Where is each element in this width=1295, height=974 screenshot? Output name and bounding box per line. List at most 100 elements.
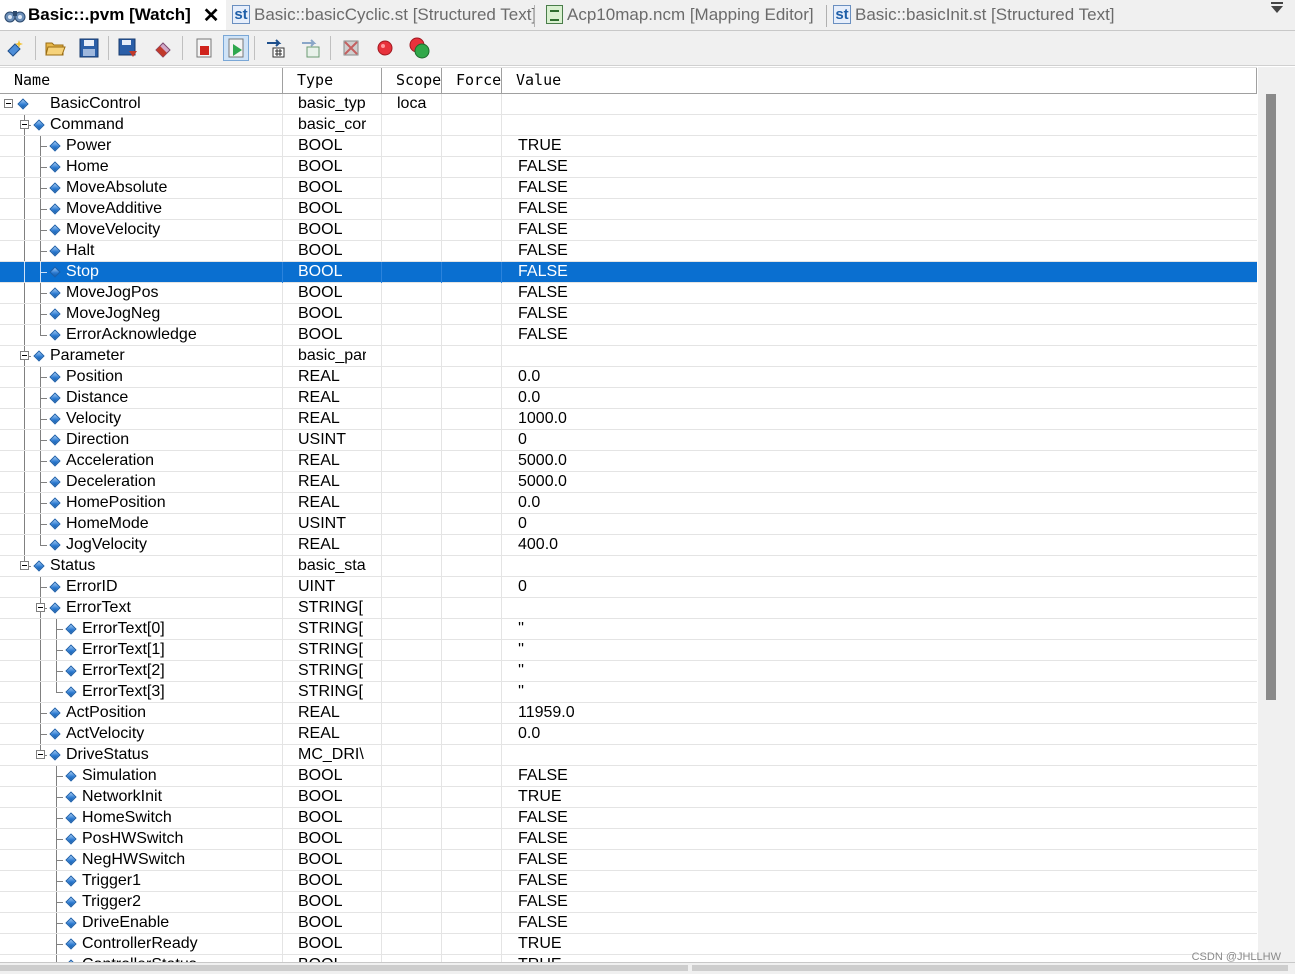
value-cell[interactable]: 0.0	[518, 367, 1218, 387]
watch-row[interactable]: ControllerReady BOOL TRUE	[0, 934, 1257, 955]
value-cell[interactable]	[518, 346, 1218, 366]
watch-row[interactable]: ErrorText[2] STRING[''	[0, 661, 1257, 682]
save-as-icon[interactable]	[115, 35, 141, 61]
watch-row[interactable]: Halt BOOL FALSE	[0, 241, 1257, 262]
value-cell[interactable]: 5000.0	[518, 451, 1218, 471]
value-cell[interactable]: 0	[518, 430, 1218, 450]
value-cell[interactable]: ''	[518, 619, 1218, 639]
watch-row[interactable]: Simulation BOOL FALSE	[0, 766, 1257, 787]
watch-row[interactable]: ControllerStatus BOOL TRUE	[0, 955, 1257, 962]
value-cell[interactable]: FALSE	[518, 178, 1218, 198]
watch-row[interactable]: HomePosition REAL 0.0	[0, 493, 1257, 514]
column-header-name[interactable]: Name	[0, 68, 283, 93]
value-cell[interactable]: 0	[518, 577, 1218, 597]
watch-row[interactable]: PosHWSwitch BOOL FALSE	[0, 829, 1257, 850]
tab-basic-init[interactable]: st Basic::basicInit.st [Structured Text]	[831, 0, 1115, 29]
watch-row[interactable]: ErrorText[0] STRING[''	[0, 619, 1257, 640]
watch-row[interactable]: Parameter basic_par	[0, 346, 1257, 367]
watch-row[interactable]: Deceleration REAL 5000.0	[0, 472, 1257, 493]
value-cell[interactable]: TRUE	[518, 955, 1218, 962]
value-cell[interactable]: FALSE	[518, 325, 1218, 345]
value-cell[interactable]: 0.0	[518, 724, 1218, 744]
watch-row[interactable]: DriveEnable BOOL FALSE	[0, 913, 1257, 934]
value-cell[interactable]: 1000.0	[518, 409, 1218, 429]
breakpoint-icon[interactable]	[372, 35, 398, 61]
watch-row[interactable]: ActVelocity REAL 0.0	[0, 724, 1257, 745]
insert-variable-icon[interactable]	[3, 35, 29, 61]
watch-row[interactable]: MoveAbsolute BOOL FALSE	[0, 178, 1257, 199]
value-cell[interactable]: ''	[518, 682, 1218, 702]
erase-icon[interactable]	[150, 35, 176, 61]
watch-row[interactable]: Status basic_sta	[0, 556, 1257, 577]
value-cell[interactable]: ''	[518, 640, 1218, 660]
watch-row[interactable]: Velocity REAL 1000.0	[0, 409, 1257, 430]
watch-row[interactable]: ErrorID UINT 0	[0, 577, 1257, 598]
watch-row[interactable]: BasicControl basic_typ loca	[0, 94, 1257, 115]
value-cell[interactable]: FALSE	[518, 829, 1218, 849]
watch-row[interactable]: Distance REAL 0.0	[0, 388, 1257, 409]
value-cell[interactable]: FALSE	[518, 871, 1218, 891]
value-cell[interactable]: FALSE	[518, 808, 1218, 828]
value-cell[interactable]: FALSE	[518, 892, 1218, 912]
watch-row[interactable]: Direction USINT 0	[0, 430, 1257, 451]
watch-row[interactable]: Power BOOL TRUE	[0, 136, 1257, 157]
collapse-toggle-icon[interactable]	[4, 99, 13, 108]
value-cell[interactable]: 11959.0	[518, 703, 1218, 723]
value-cell[interactable]	[518, 94, 1218, 114]
value-cell[interactable]: 400.0	[518, 535, 1218, 555]
horizontal-scrollbar[interactable]	[0, 962, 1295, 974]
watch-row[interactable]: Command basic_cor	[0, 115, 1257, 136]
watch-row[interactable]: NetworkInit BOOL TRUE	[0, 787, 1257, 808]
column-header-force[interactable]: Force	[442, 68, 502, 93]
close-icon[interactable]: ✕	[203, 3, 220, 28]
watch-row[interactable]: JogVelocity REAL 400.0	[0, 535, 1257, 556]
stop-monitor-icon[interactable]	[191, 35, 217, 61]
value-cell[interactable]: FALSE	[518, 262, 1218, 282]
value-cell[interactable]: TRUE	[518, 787, 1218, 807]
collapse-toggle-icon[interactable]	[36, 750, 45, 759]
watch-row[interactable]: Position REAL 0.0	[0, 367, 1257, 388]
refresh-icon[interactable]	[262, 35, 288, 61]
watch-row[interactable]: DriveStatus MC_DRI\	[0, 745, 1257, 766]
watch-row[interactable]: ErrorText STRING[	[0, 598, 1257, 619]
open-icon[interactable]	[42, 35, 68, 61]
save-icon[interactable]	[76, 35, 102, 61]
value-cell[interactable]: TRUE	[518, 934, 1218, 954]
watch-row[interactable]: ErrorAcknowledge BOOL FALSE	[0, 325, 1257, 346]
value-cell[interactable]: FALSE	[518, 283, 1218, 303]
watch-row[interactable]: Home BOOL FALSE	[0, 157, 1257, 178]
watch-row[interactable]: HomeMode USINT 0	[0, 514, 1257, 535]
column-header-value[interactable]: Value	[502, 68, 1257, 93]
watch-row[interactable]: ErrorText[3] STRING[''	[0, 682, 1257, 703]
value-cell[interactable]: FALSE	[518, 220, 1218, 240]
watch-row[interactable]: HomeSwitch BOOL FALSE	[0, 808, 1257, 829]
value-cell[interactable]	[518, 745, 1218, 765]
value-cell[interactable]: FALSE	[518, 199, 1218, 219]
collapse-toggle-icon[interactable]	[20, 351, 29, 360]
tab-acp10map[interactable]: Acp10map.ncm [Mapping Editor]	[543, 0, 814, 29]
value-cell[interactable]: FALSE	[518, 157, 1218, 177]
value-cell[interactable]	[518, 598, 1218, 618]
scrollbar-thumb[interactable]	[1266, 94, 1276, 700]
value-cell[interactable]: FALSE	[518, 304, 1218, 324]
value-cell[interactable]: 0.0	[518, 493, 1218, 513]
tab-list-dropdown-icon[interactable]	[1271, 2, 1283, 13]
watch-row[interactable]: Acceleration REAL 5000.0	[0, 451, 1257, 472]
watch-row[interactable]: MoveJogNeg BOOL FALSE	[0, 304, 1257, 325]
tab-basic-cyclic[interactable]: st Basic::basicCyclic.st [Structured Tex…	[230, 0, 536, 29]
value-cell[interactable]: FALSE	[518, 241, 1218, 261]
run-monitor-icon[interactable]	[223, 35, 249, 61]
collapse-toggle-icon[interactable]	[20, 120, 29, 129]
value-cell[interactable]	[518, 556, 1218, 576]
watch-row[interactable]: MoveVelocity BOOL FALSE	[0, 220, 1257, 241]
watch-row[interactable]: Stop BOOL FALSE	[0, 262, 1257, 283]
value-cell[interactable]	[518, 115, 1218, 135]
value-cell[interactable]: ''	[518, 661, 1218, 681]
copy-values-icon[interactable]	[297, 35, 323, 61]
value-cell[interactable]: 5000.0	[518, 472, 1218, 492]
value-cell[interactable]: FALSE	[518, 913, 1218, 933]
value-cell[interactable]: FALSE	[518, 850, 1218, 870]
value-cell[interactable]: FALSE	[518, 766, 1218, 786]
watch-row[interactable]: ErrorText[1] STRING[''	[0, 640, 1257, 661]
watch-row[interactable]: ActPosition REAL 11959.0	[0, 703, 1257, 724]
